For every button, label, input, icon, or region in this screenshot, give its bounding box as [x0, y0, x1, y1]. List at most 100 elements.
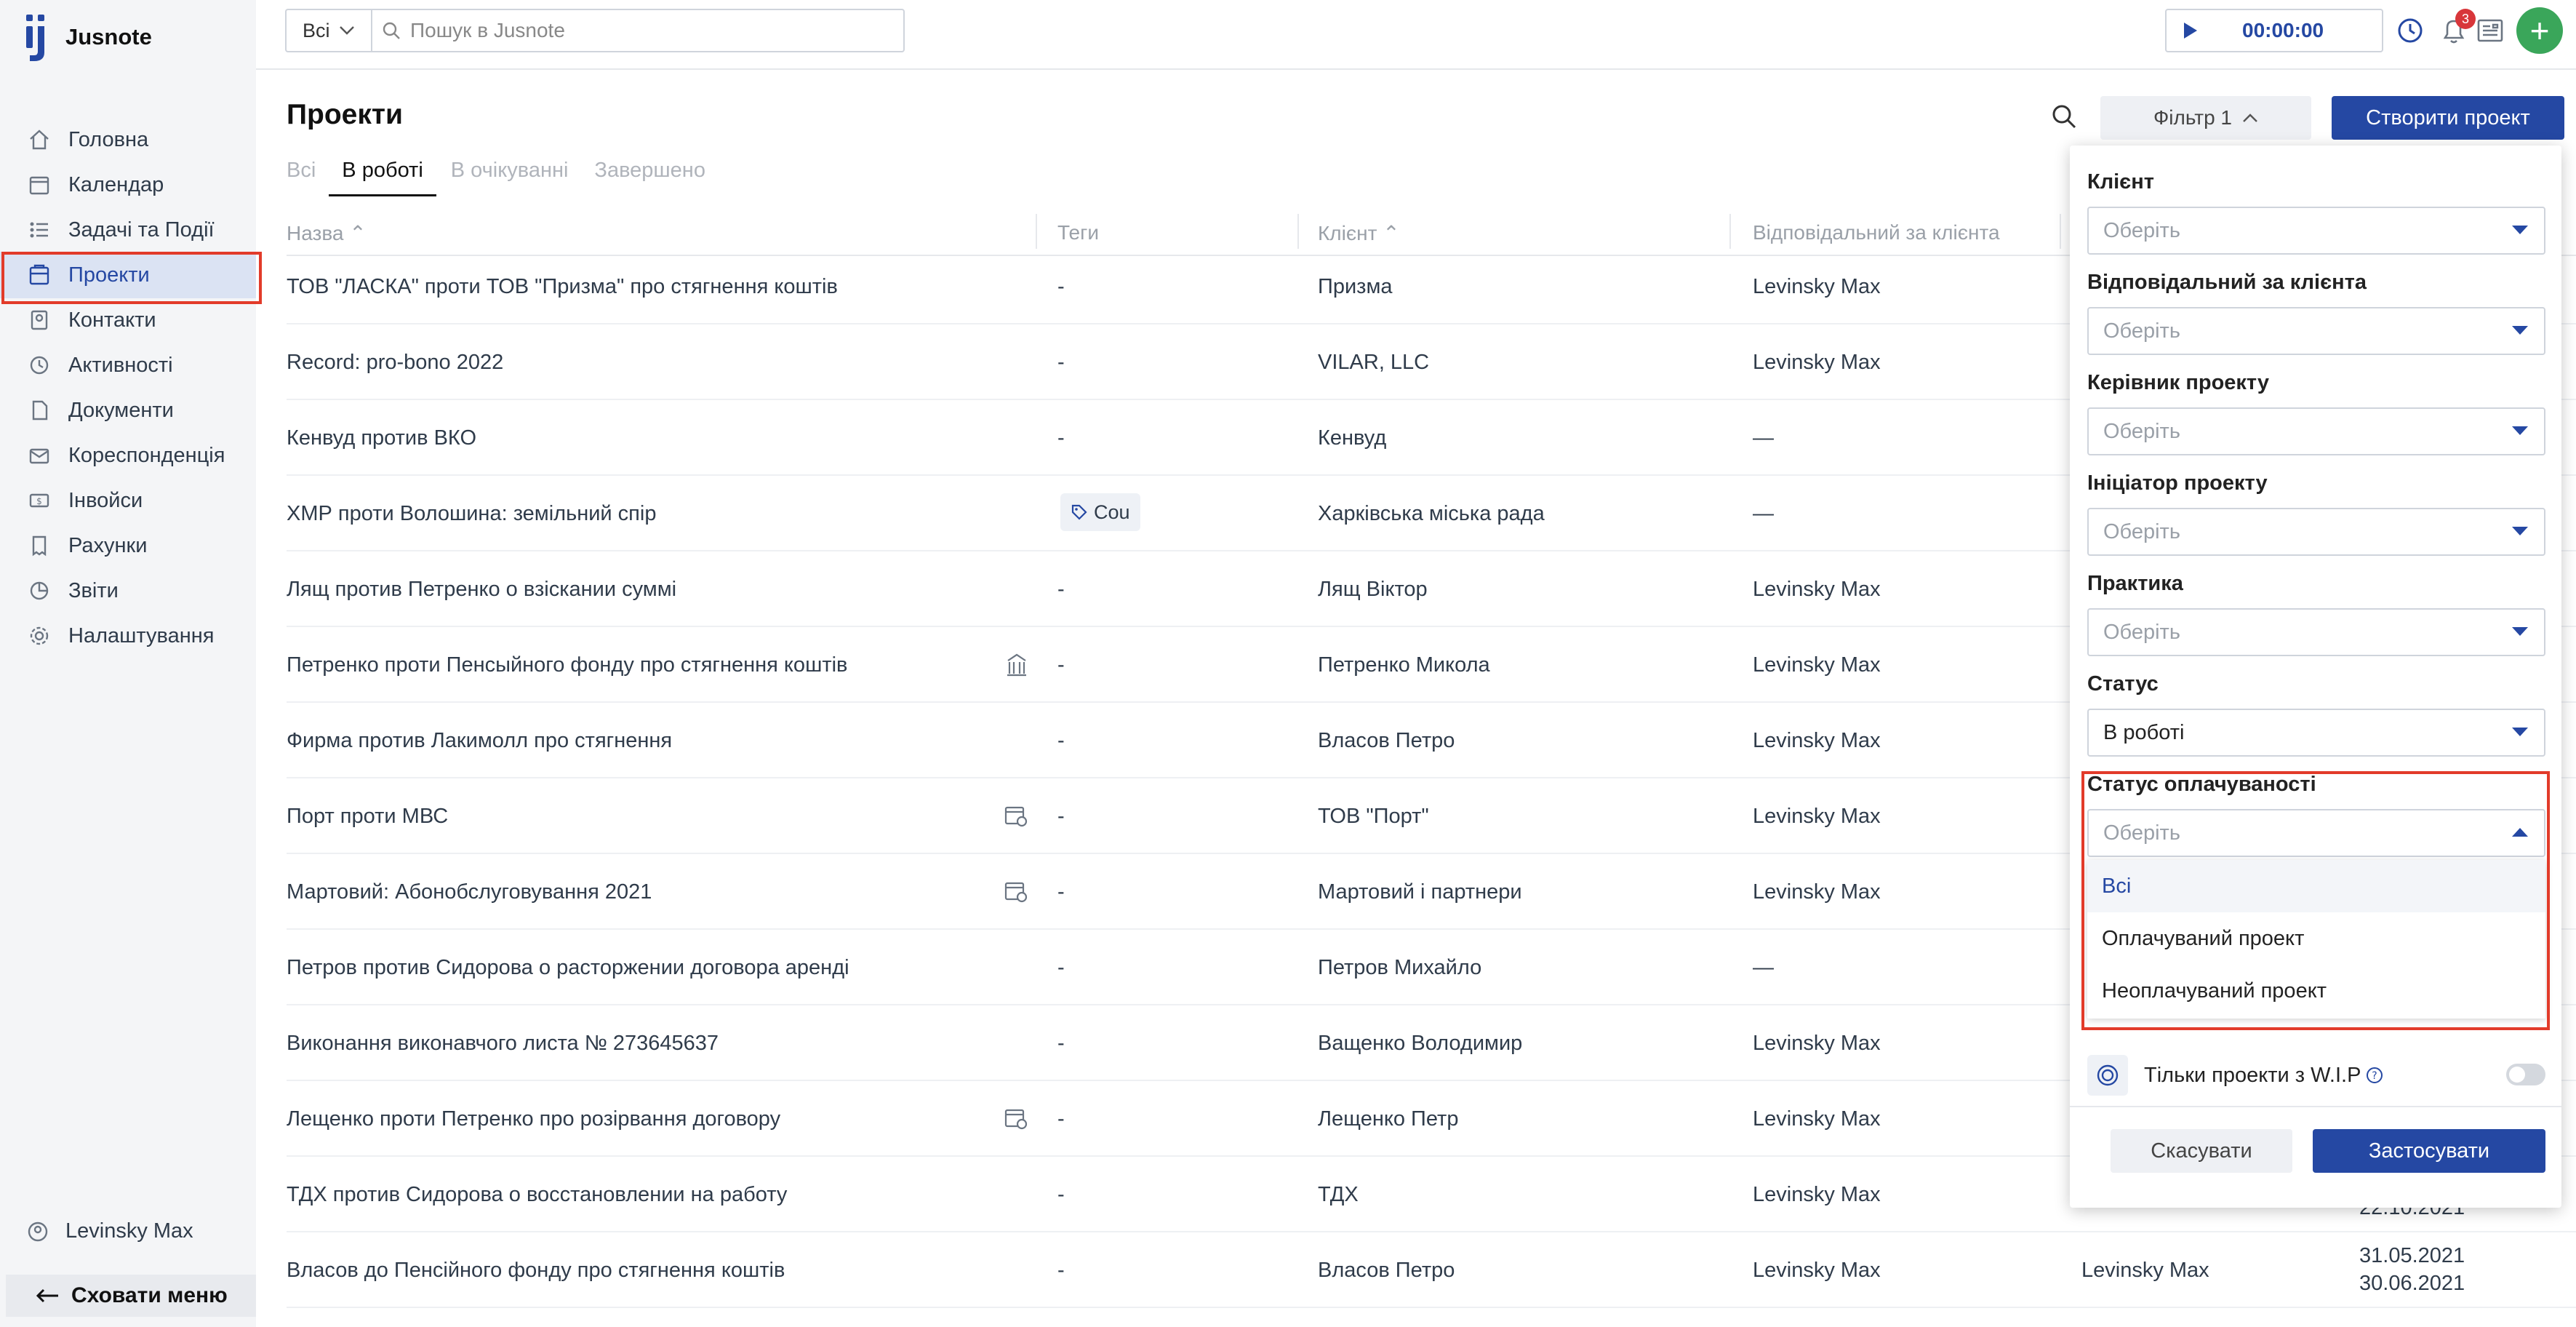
filter-practice-select[interactable]: Оберіть: [2087, 608, 2545, 656]
filter-responsible-select[interactable]: Оберіть: [2087, 307, 2545, 355]
search-scope-select[interactable]: Всі: [285, 9, 371, 52]
filter-client-select[interactable]: Оберіть: [2087, 207, 2545, 255]
project-client[interactable]: Кенвуд: [1318, 426, 1386, 450]
filter-client-label: Клієнт: [2087, 170, 2154, 194]
user-avatar-icon: [26, 1220, 49, 1243]
column-divider: [1297, 214, 1299, 249]
project-client[interactable]: Лящ Віктор: [1318, 578, 1428, 602]
filter-initiator-select[interactable]: Оберіть: [2087, 508, 2545, 556]
activity-icon: [26, 352, 52, 378]
news-icon[interactable]: [2473, 13, 2508, 48]
project-name[interactable]: Петров против Сидорова о расторжении дог…: [287, 956, 849, 980]
sidebar-item-label: Налаштування: [68, 623, 215, 647]
wip-toggle[interactable]: [2506, 1064, 2545, 1085]
project-responsible: —: [1753, 956, 1774, 979]
sidebar-item-label: Проекти: [68, 263, 150, 287]
hide-menu-button[interactable]: Сховати меню: [6, 1275, 256, 1317]
project-client[interactable]: ТДХ: [1318, 1183, 1359, 1207]
sidebar-item-home[interactable]: Головна: [0, 116, 256, 163]
project-client[interactable]: ТОВ "Порт": [1318, 805, 1429, 829]
play-icon[interactable]: [2183, 21, 2199, 40]
project-date: 30.06.2021: [2359, 1272, 2465, 1295]
project-name[interactable]: Лящ против Петренко о взіскании суммі: [287, 578, 676, 602]
chevron-down-icon: [339, 25, 355, 36]
create-project-button[interactable]: Створити проект: [2332, 96, 2564, 140]
tag-chip[interactable]: Cou: [1060, 493, 1140, 531]
sidebar-item-invoices[interactable]: $ Інвойси: [0, 477, 256, 524]
project-client[interactable]: VILAR, LLC: [1318, 351, 1429, 375]
sidebar-item-reports[interactable]: Звіти: [0, 567, 256, 614]
sidebar-item-contacts[interactable]: Контакти: [0, 297, 256, 343]
column-name-header[interactable]: Назва ⌃: [287, 221, 367, 245]
project-client[interactable]: Призма: [1318, 275, 1393, 299]
apply-button[interactable]: Застосувати: [2313, 1129, 2545, 1173]
timer-widget[interactable]: 00:00:00: [2165, 9, 2383, 52]
project-client[interactable]: Харківська міська рада: [1318, 502, 1545, 526]
project-name[interactable]: Кенвуд против ВКО: [287, 426, 476, 450]
sidebar-item-label: Документи: [68, 398, 174, 422]
select-value: Оберіть: [2103, 319, 2180, 343]
table-search-icon[interactable]: [2049, 102, 2081, 134]
sidebar-item-activity[interactable]: Активності: [0, 342, 256, 388]
hide-menu-label: Сховати меню: [71, 1283, 228, 1307]
project-client[interactable]: Петренко Микола: [1318, 653, 1490, 677]
filter-panel: Клієнт Оберіть Відповідальний за клієнта…: [2070, 146, 2561, 1208]
sidebar-item-projects[interactable]: Проекти: [0, 252, 262, 304]
filter-practice-label: Практика: [2087, 572, 2183, 595]
page-title: Проекти: [287, 99, 403, 130]
project-name[interactable]: Порт проти МВС: [287, 805, 448, 829]
project-tags: -: [1057, 1032, 1065, 1055]
global-search-input[interactable]: Пошук в Jusnote: [371, 9, 905, 52]
project-client[interactable]: Власов Петро: [1318, 729, 1455, 753]
project-client[interactable]: Власов Петро: [1318, 1259, 1455, 1283]
table-row[interactable]: Власов до Пенсійного фонду про стягнення…: [287, 1232, 2576, 1308]
sidebar-item-calendar[interactable]: Календар: [0, 162, 256, 208]
column-tags-header[interactable]: Теги: [1057, 221, 1099, 244]
status-tabs: Всі В роботі В очікуванні Завершено: [287, 154, 732, 196]
tab-pending[interactable]: В очікуванні: [451, 154, 569, 196]
project-tags: -: [1057, 880, 1065, 904]
svg-text:?: ?: [2372, 1070, 2377, 1082]
project-name[interactable]: ХМР проти Волошина: земільний спір: [287, 502, 656, 526]
filter-status-select[interactable]: В роботі: [2087, 709, 2545, 757]
project-client[interactable]: Ващенко Володимир: [1318, 1032, 1522, 1056]
project-name[interactable]: Фирма против Лакимолл про стягнення: [287, 729, 672, 753]
tab-all[interactable]: Всі: [287, 154, 316, 196]
sidebar-user[interactable]: Levinsky Max: [26, 1219, 193, 1243]
filter-manager-select[interactable]: Оберіть: [2087, 407, 2545, 455]
tab-completed[interactable]: Завершено: [594, 154, 705, 196]
projects-icon: [26, 262, 52, 288]
help-icon[interactable]: ?: [2365, 1066, 2384, 1085]
quick-add-button[interactable]: +: [2516, 7, 2563, 54]
column-responsible-header[interactable]: Відповідальний за клієнта: [1753, 221, 2000, 244]
home-icon: [26, 127, 52, 153]
project-client[interactable]: Лещенко Петр: [1318, 1107, 1458, 1131]
project-name[interactable]: ТДХ против Сидорова о восстановлении на …: [287, 1183, 787, 1207]
history-icon[interactable]: [2393, 13, 2428, 48]
project-name[interactable]: Мартовий: Абонобслуговування 2021: [287, 880, 652, 904]
column-client-header[interactable]: Клієнт ⌃: [1318, 221, 1400, 245]
sidebar-item-settings[interactable]: Налаштування: [0, 613, 256, 659]
sidebar-item-documents[interactable]: Документи: [0, 387, 256, 434]
select-value: В роботі: [2103, 720, 2185, 744]
filter-initiator-label: Ініціатор проекту: [2087, 471, 2268, 495]
bell-icon[interactable]: 3: [2436, 9, 2476, 48]
project-name[interactable]: Власов до Пенсійного фонду про стягнення…: [287, 1259, 785, 1283]
sidebar-item-label: Активності: [68, 353, 173, 377]
sidebar: Jusnote Головна Календар Задачі та Події…: [0, 0, 262, 1327]
project-client[interactable]: Мартовий і партнери: [1318, 880, 1522, 904]
sidebar-item-tasks[interactable]: Задачі та Події: [0, 207, 256, 253]
project-name[interactable]: Лещенко проти Петренко про розірвання до…: [287, 1107, 780, 1131]
project-name[interactable]: Петренко проти Пенсыйного фонду про стяг…: [287, 653, 847, 677]
project-name[interactable]: Record: pro-bono 2022: [287, 351, 503, 375]
filter-label: Фільтр 1: [2153, 106, 2232, 129]
filter-button[interactable]: Фільтр 1: [2100, 96, 2311, 140]
project-client[interactable]: Петров Михайло: [1318, 956, 1481, 980]
app-logo[interactable]: Jusnote: [22, 10, 152, 64]
sidebar-item-bills[interactable]: Рахунки: [0, 522, 256, 569]
project-name[interactable]: ТОВ "ЛАСКА" проти ТОВ "Призма" про стягн…: [287, 275, 838, 299]
tab-in-progress[interactable]: В роботі: [329, 154, 436, 196]
sidebar-item-mail[interactable]: Кореспонденція: [0, 432, 256, 479]
project-name[interactable]: Виконання виконавчого листа № 273645637: [287, 1032, 719, 1056]
cancel-button[interactable]: Скасувати: [2111, 1129, 2292, 1173]
